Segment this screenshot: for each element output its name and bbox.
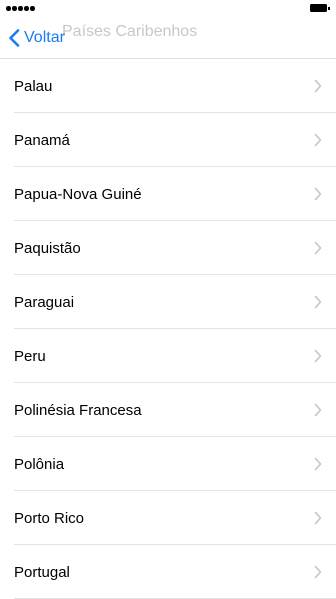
list-item[interactable]: Paquistão (0, 221, 336, 275)
chevron-right-icon (314, 295, 322, 309)
list-item-label: Panamá (14, 131, 70, 149)
list-item-label: Paraguai (14, 293, 75, 311)
chevron-right-icon (314, 133, 322, 147)
list-item[interactable]: Palau (0, 59, 336, 113)
chevron-right-icon (314, 241, 322, 255)
list-item-label: Porto Rico (14, 509, 85, 527)
list-item[interactable]: Panamá (0, 113, 336, 167)
list-item-label: Peru (14, 347, 46, 365)
list-item[interactable]: Papua-Nova Guiné (0, 167, 336, 221)
list-item-label: Palau (14, 77, 53, 95)
chevron-right-icon (314, 511, 322, 525)
signal-dots-icon (6, 6, 35, 11)
list-item-label: Polinésia Francesa (14, 401, 142, 419)
navigation-bar: Países Caribenhos Voltar (0, 16, 336, 59)
chevron-right-icon (314, 79, 322, 93)
chevron-right-icon (314, 349, 322, 363)
list-item-label: Portugal (14, 563, 70, 581)
chevron-left-icon (9, 29, 20, 47)
list-item[interactable]: Polinésia Francesa (0, 383, 336, 437)
list-item-label: Papua-Nova Guiné (14, 185, 142, 203)
list-item[interactable]: Polônia (0, 437, 336, 491)
chevron-right-icon (314, 565, 322, 579)
previous-page-title: Países Caribenhos (62, 23, 198, 40)
battery-icon (310, 4, 330, 12)
list-item[interactable]: Portugal (0, 545, 336, 599)
list-item[interactable]: Porto Rico (0, 491, 336, 545)
list-item[interactable]: Peru (0, 329, 336, 383)
chevron-right-icon (314, 187, 322, 201)
list-item[interactable]: Paraguai (0, 275, 336, 329)
list-item-label: Polônia (14, 455, 65, 473)
back-button[interactable]: Voltar (8, 24, 65, 52)
back-label: Voltar (24, 29, 65, 46)
list-item-label: Paquistão (14, 239, 81, 257)
status-bar (0, 0, 336, 16)
country-list: Palau Panamá Papua-Nova Guiné Paquistão … (0, 59, 336, 599)
chevron-right-icon (314, 457, 322, 471)
chevron-right-icon (314, 403, 322, 417)
